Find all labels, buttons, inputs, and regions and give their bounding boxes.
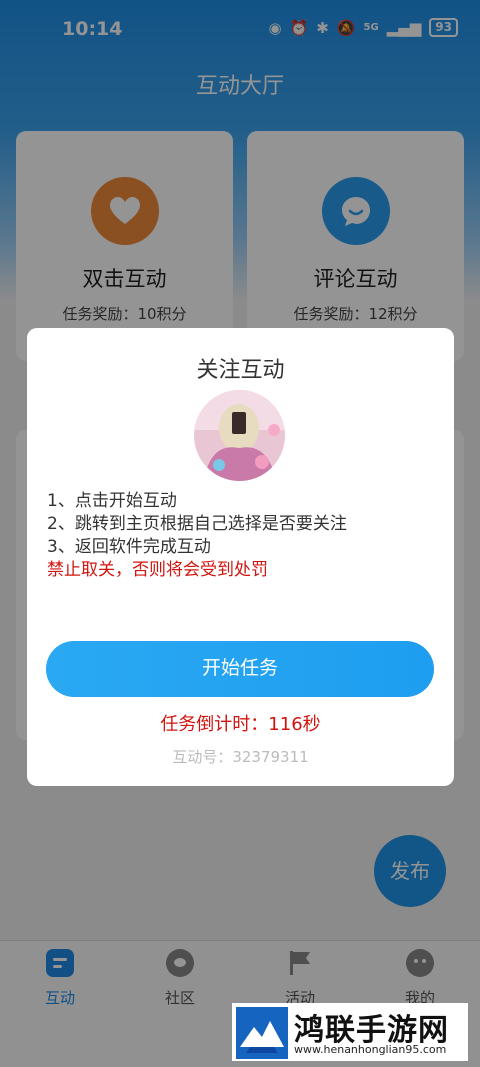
watermark-logo-icon: [236, 1007, 288, 1059]
avatar: [194, 390, 285, 481]
task-countdown: 任务倒计时：116秒: [160, 714, 321, 735]
start-task-button[interactable]: 开始任务: [46, 641, 434, 697]
interaction-id: 互动号：32379311: [172, 748, 309, 766]
follow-interaction-dialog: 关注互动 1、点击开始互动 2、跳转到主页根据自己选择是否要关注 3、返回软件完…: [27, 328, 454, 786]
warning-text: 禁止取关，否则将会受到处罚: [47, 560, 268, 580]
watermark-url: www.henanhonglian95.com: [294, 1043, 447, 1056]
watermark: 鸿联手游网 www.henanhonglian95.com: [232, 1003, 468, 1061]
instruction-step: 2、跳转到主页根据自己选择是否要关注: [47, 514, 347, 534]
dialog-title: 关注互动: [196, 358, 285, 383]
instruction-list: 1、点击开始互动 2、跳转到主页根据自己选择是否要关注 3、返回软件完成互动 禁…: [47, 490, 347, 582]
instruction-step: 3、返回软件完成互动: [47, 537, 211, 557]
instruction-step: 1、点击开始互动: [47, 491, 177, 511]
